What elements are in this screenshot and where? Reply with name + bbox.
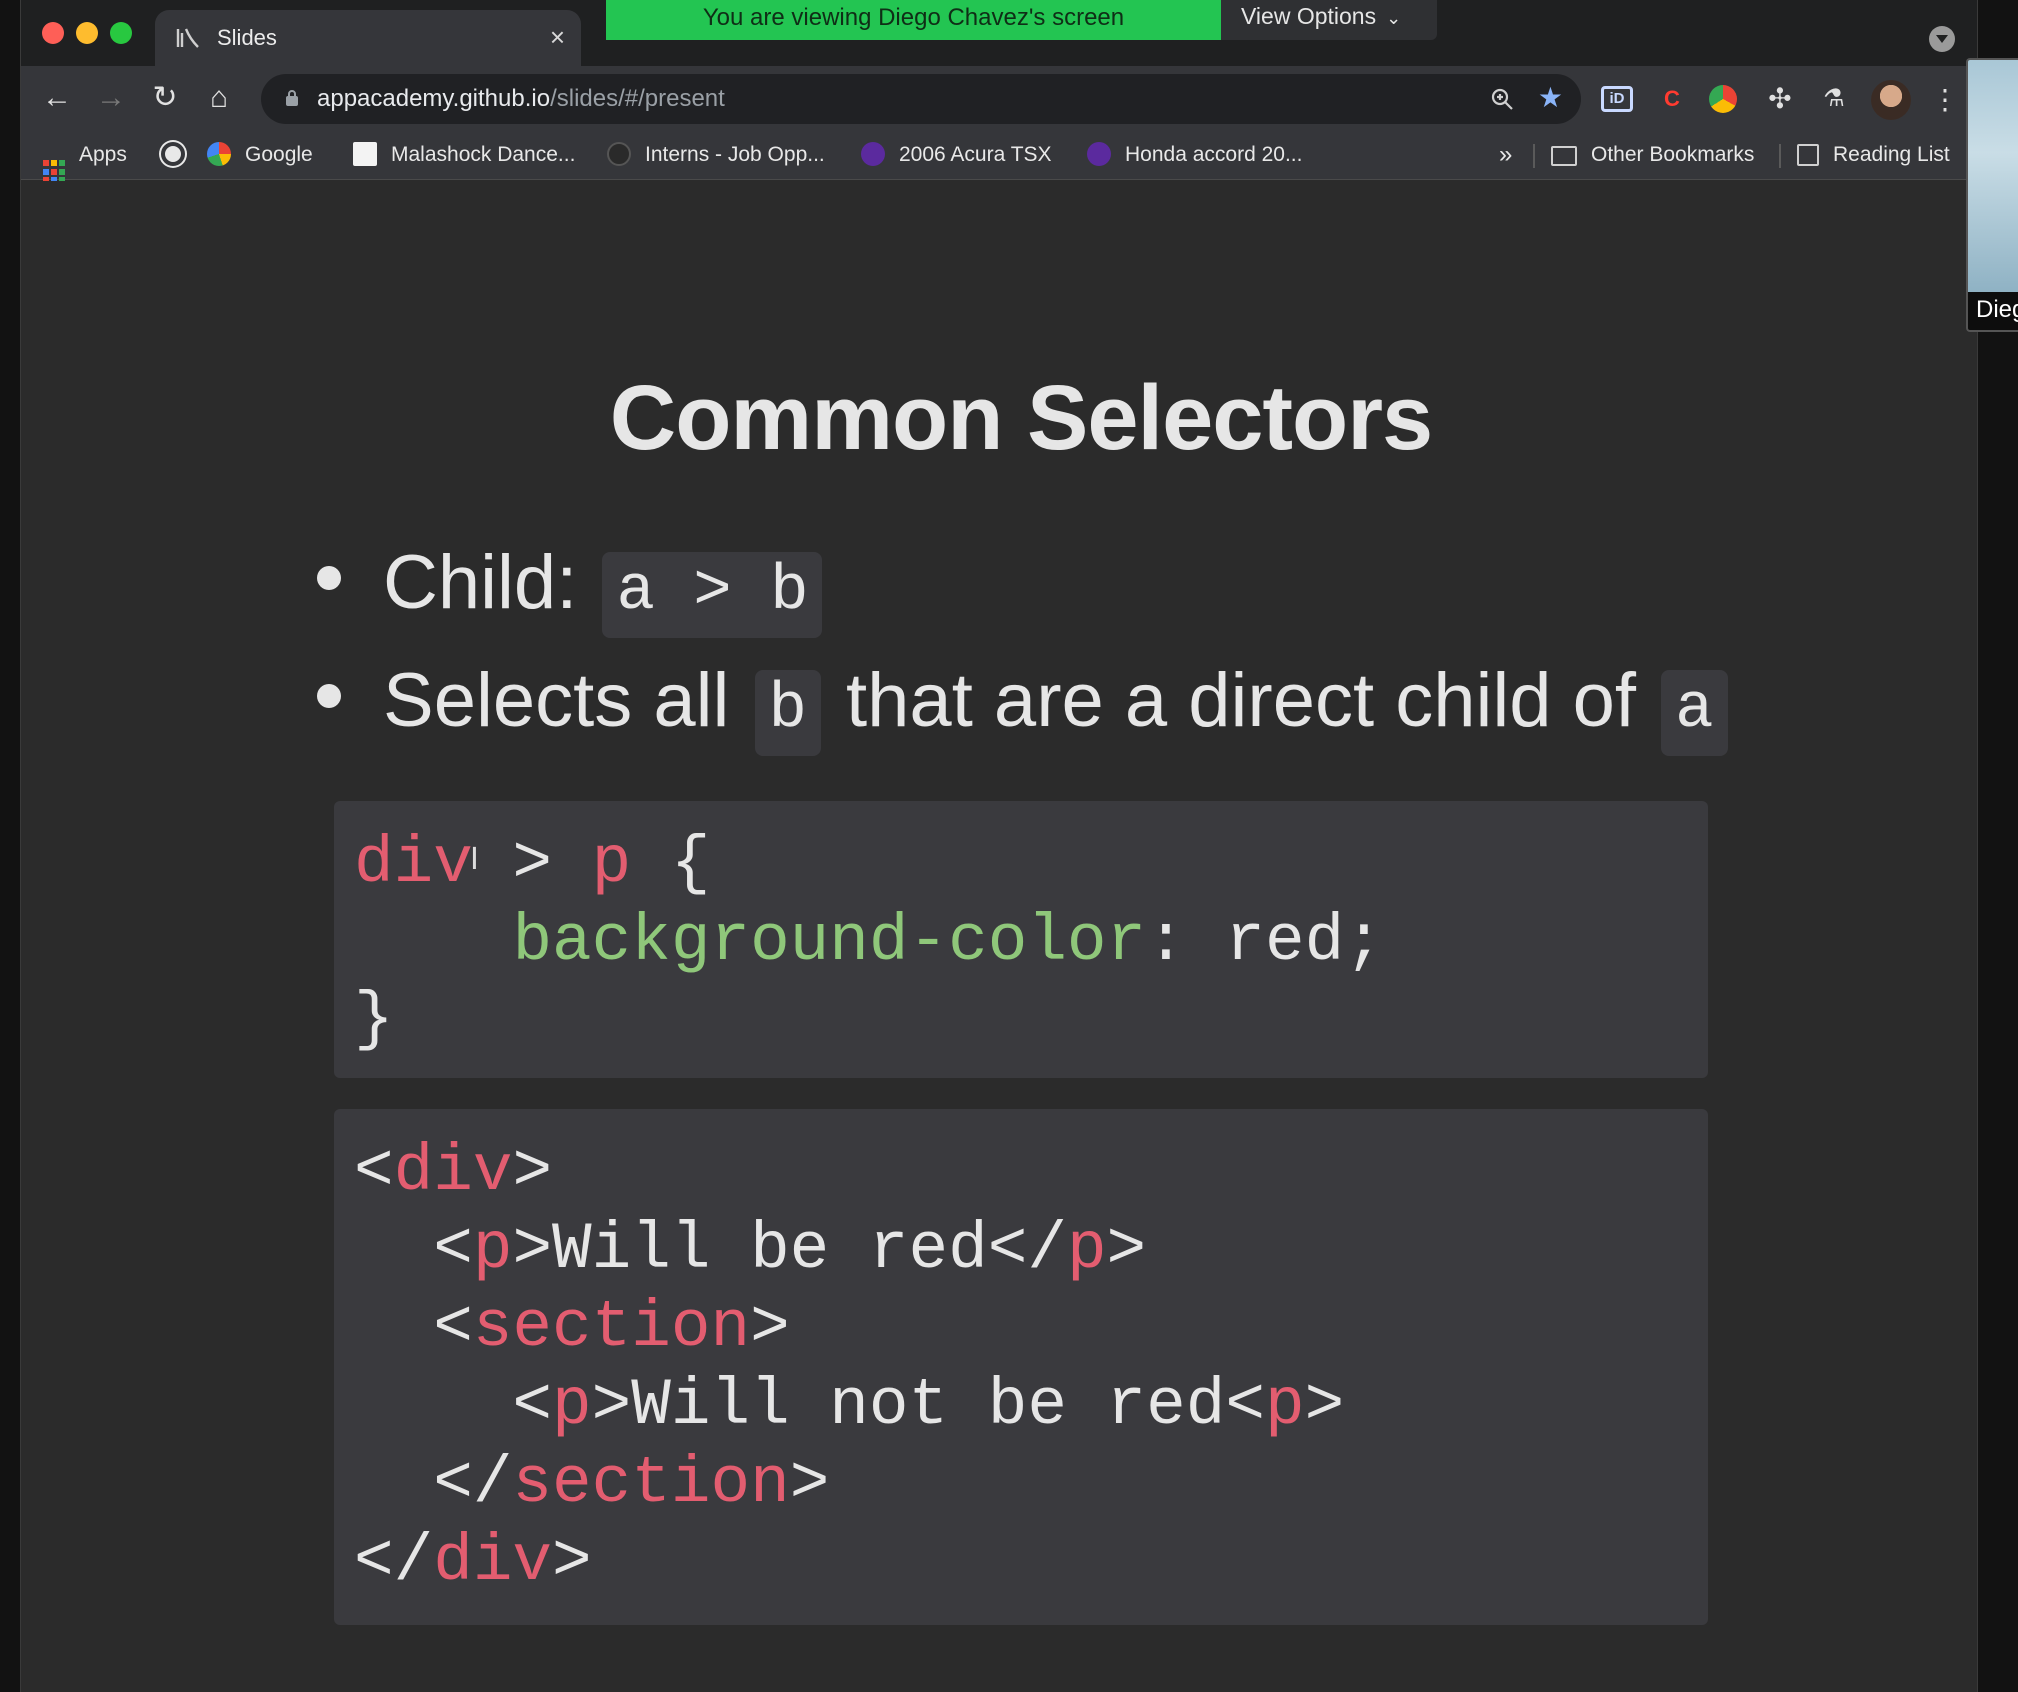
- bullet-dot-icon: [317, 683, 341, 708]
- view-options-label: View Options: [1241, 3, 1377, 29]
- inline-code-b: b: [754, 670, 821, 756]
- slide-viewport: Common Selectors Child: a > b Selects al…: [21, 181, 1977, 1692]
- code-token: section: [512, 1446, 790, 1521]
- html-code-block: <div> <p>Will be red</p> <section> <p>Wi…: [334, 1109, 1708, 1625]
- code-token: p: [1066, 1212, 1107, 1287]
- bookmark-honda[interactable]: Honda accord 20...: [1087, 140, 1302, 170]
- css-code-block: div > p { background-color: red; }: [334, 801, 1708, 1078]
- extensions-puzzle-icon[interactable]: ✣: [1763, 82, 1797, 116]
- bookmark-label: 2006 Acura TSX: [899, 143, 1052, 166]
- url-host: appacademy.github.io: [317, 85, 551, 112]
- folder-icon: [1551, 146, 1577, 166]
- reading-list-icon: [1797, 144, 1819, 166]
- bookmarks-overflow-icon[interactable]: »: [1499, 140, 1512, 170]
- tab-title: Slides: [217, 25, 277, 50]
- chevron-down-icon: ⌄: [1386, 8, 1402, 28]
- menu-kebab-icon[interactable]: ⋮: [1931, 80, 1959, 120]
- minimize-window-button[interactable]: [76, 22, 98, 44]
- bookmark-label: Interns - Job Opp...: [645, 143, 825, 166]
- tab-close-icon[interactable]: ×: [550, 22, 565, 52]
- inline-code-a: a: [1661, 670, 1728, 756]
- bookmarks-divider: [1533, 144, 1535, 168]
- circle-icon: [607, 142, 631, 166]
- maximize-window-button[interactable]: [110, 22, 132, 44]
- close-window-button[interactable]: [42, 22, 64, 44]
- zoom-icon[interactable]: [1489, 86, 1515, 112]
- color-extension-icon[interactable]: [1709, 85, 1737, 113]
- bookmark-label: Google: [245, 143, 313, 166]
- bookmarks-bar: Apps Google Malashock Dance... Interns -…: [21, 132, 1977, 184]
- bookmark-globe[interactable]: [161, 140, 199, 170]
- purple-circle-icon: [1087, 142, 1111, 166]
- code-token: background-color: [512, 904, 1147, 979]
- url-path: /slides/#/present: [550, 85, 725, 112]
- bullet-selects-pre: Selects all: [383, 658, 730, 743]
- tab-slides[interactable]: Slides ×: [155, 10, 581, 66]
- bookmark-label: Malashock Dance...: [391, 143, 576, 166]
- bullet-child: Child: a > b: [291, 539, 826, 638]
- globe-icon: [161, 142, 185, 166]
- text-cursor-icon: I: [470, 842, 479, 877]
- bookmark-other-bookmarks[interactable]: Other Bookmarks: [1551, 140, 1754, 170]
- c-extension-icon[interactable]: C: [1655, 82, 1689, 116]
- code-token: p: [472, 1212, 513, 1287]
- bookmark-apps[interactable]: Apps: [43, 140, 127, 184]
- code-token: p: [1264, 1368, 1305, 1443]
- reload-icon[interactable]: ↻: [145, 78, 185, 118]
- bookmark-google[interactable]: Google: [207, 140, 313, 170]
- page-icon: [353, 142, 377, 166]
- view-options-button[interactable]: View Options ⌄: [1221, 0, 1437, 40]
- screen-share-banner: You are viewing Diego Chavez's screen: [606, 0, 1221, 40]
- bullet-child-text: Child:: [383, 540, 578, 625]
- google-icon: [207, 142, 231, 166]
- code-token: section: [472, 1290, 751, 1365]
- code-token: p: [591, 826, 632, 901]
- participant-video-thumbnail[interactable]: Dieg: [1966, 58, 2018, 332]
- code-token: div: [433, 1524, 553, 1599]
- purple-circle-icon: [861, 142, 885, 166]
- slide-title: Common Selectors: [609, 367, 1433, 469]
- url-text: appacademy.github.io/slides/#/present: [317, 85, 725, 113]
- tab-strip: Slides × You are viewing Diego Chavez's …: [21, 0, 1977, 66]
- code-token: p: [552, 1368, 592, 1443]
- bookmark-star-icon[interactable]: ★: [1538, 84, 1563, 112]
- tab-search-icon[interactable]: [1929, 26, 1955, 52]
- browser-window: Slides × You are viewing Diego Chavez's …: [20, 0, 1978, 1692]
- bookmark-interns[interactable]: Interns - Job Opp...: [607, 140, 825, 170]
- bookmarks-divider: [1779, 144, 1781, 168]
- browser-toolbar: ← → ↻ ⌂ appacademy.github.io/slides/#/pr…: [21, 66, 1977, 132]
- back-icon[interactable]: ←: [37, 78, 77, 118]
- address-bar[interactable]: appacademy.github.io/slides/#/present ★: [261, 74, 1581, 124]
- id-extension-icon[interactable]: iD: [1601, 86, 1633, 112]
- code-token: div: [393, 1134, 513, 1209]
- participant-video: [1968, 60, 2018, 292]
- bookmark-malashock[interactable]: Malashock Dance...: [353, 140, 575, 170]
- inline-code-child: a > b: [602, 552, 823, 638]
- bullet-selects-mid: that are a direct child of: [846, 658, 1637, 743]
- home-icon[interactable]: ⌂: [199, 78, 239, 118]
- profile-avatar[interactable]: [1871, 80, 1911, 120]
- forward-icon[interactable]: →: [91, 78, 131, 118]
- bookmark-label: Reading List: [1833, 143, 1950, 166]
- participant-name: Dieg: [1976, 296, 2018, 323]
- bullet-selects: Selects all b that are a direct child of…: [291, 657, 1732, 756]
- slides-favicon-icon: [176, 28, 199, 48]
- bookmark-acura[interactable]: 2006 Acura TSX: [861, 140, 1052, 170]
- reading-list[interactable]: Reading List: [1797, 140, 1950, 170]
- bullet-dot-icon: [317, 565, 341, 590]
- bookmark-label: Honda accord 20...: [1125, 143, 1303, 166]
- code-token: div: [354, 826, 473, 901]
- bookmark-label: Other Bookmarks: [1591, 143, 1755, 166]
- lock-icon: [286, 90, 298, 106]
- labs-flask-icon[interactable]: ⚗: [1817, 82, 1851, 116]
- bookmark-label: Apps: [79, 143, 127, 166]
